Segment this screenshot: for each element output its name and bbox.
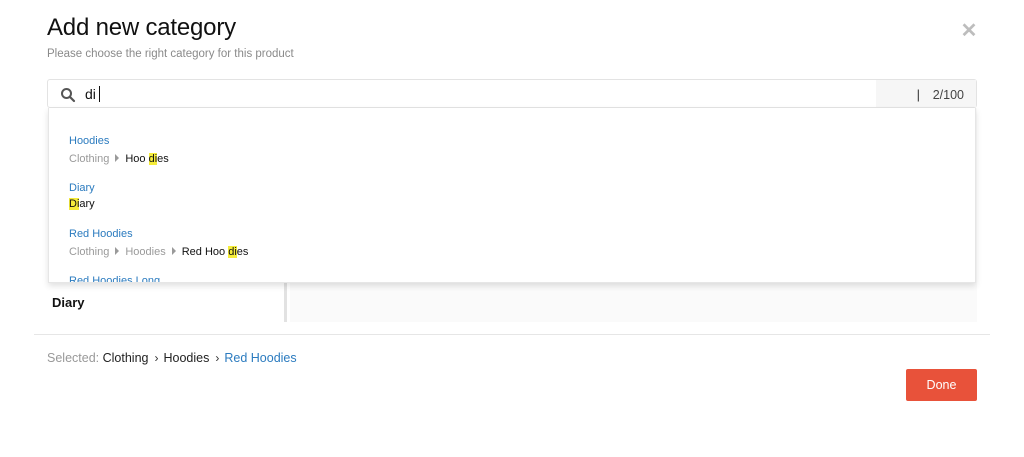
result-path: Clothing Hoodies Red Hoo dies (69, 245, 248, 259)
selected-crumb[interactable]: Clothing (103, 351, 149, 365)
result-title[interactable]: Hoodies (69, 134, 169, 148)
selected-breadcrumb: Selected: Clothing › Hoodies › Red Hoodies (47, 351, 297, 365)
match-highlight: di (148, 153, 158, 165)
match-highlight: Di (69, 198, 80, 210)
path-arrow-icon (115, 247, 120, 256)
search-result-red-hoodies[interactable]: Red Hoodies Clothing Hoodies Red Hoo dies (69, 227, 248, 259)
search-result-diary[interactable]: Diary Diary (69, 181, 95, 211)
dialog-title: Add new category (47, 14, 236, 41)
path-crumb: Clothing (69, 246, 110, 258)
selected-crumb[interactable]: Hoodies (163, 351, 209, 365)
search-result-hoodies[interactable]: Hoodies Clothing Hoo dies (69, 134, 169, 166)
path-current: Diary (69, 198, 95, 210)
done-button[interactable]: Done (906, 369, 977, 401)
result-path: Clothing Hoo dies (69, 152, 169, 166)
text-cursor (99, 86, 100, 102)
search-icon (61, 88, 76, 103)
match-highlight: di (228, 246, 237, 258)
path-crumb: Clothing (69, 153, 110, 165)
search-result-red-hoodies-long[interactable]: Red Hoodies Long (69, 274, 160, 282)
character-counter: 2/100 (932, 88, 964, 102)
path-crumb: Hoodies (125, 246, 166, 258)
dialog-subtitle: Please choose the right category for thi… (47, 48, 294, 60)
footer-divider (34, 334, 990, 335)
result-title[interactable]: Red Hoodies (69, 227, 248, 241)
result-title[interactable]: Red Hoodies Long (69, 274, 160, 282)
path-arrow-icon (171, 247, 176, 256)
path-arrow-icon (115, 154, 120, 163)
path-current: Red Hoo dies (181, 246, 249, 258)
category-item-diary[interactable]: Diary (52, 295, 85, 310)
counter-separator: | (916, 87, 920, 102)
result-title[interactable]: Diary (69, 181, 95, 195)
category-search[interactable]: | 2/100 (47, 79, 977, 108)
chevron-right-icon: › (215, 351, 220, 365)
close-icon[interactable]: ✕ (960, 21, 978, 41)
selected-label: Selected: (47, 351, 100, 365)
search-input[interactable] (85, 85, 885, 103)
result-path: Diary (69, 197, 95, 211)
selected-crumb-current[interactable]: Red Hoodies (224, 351, 296, 365)
search-results-dropdown[interactable]: Hoodies Clothing Hoo dies Diary Diary Red… (48, 108, 976, 283)
chevron-right-icon: › (154, 351, 159, 365)
path-current: Hoo dies (125, 153, 169, 165)
